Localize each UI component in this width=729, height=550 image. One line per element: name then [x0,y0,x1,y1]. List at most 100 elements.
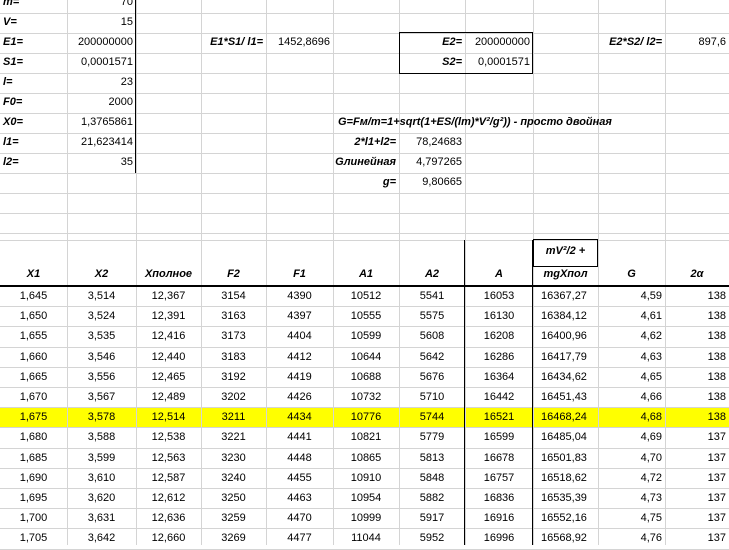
table-cell[interactable]: 5952 [399,529,465,548]
table-cell[interactable]: 5541 [399,287,465,306]
table-cell[interactable]: 12,636 [136,509,201,528]
table-cell[interactable]: 3221 [201,428,266,447]
table-cell[interactable]: 12,489 [136,388,201,407]
table-cell[interactable]: 4419 [266,368,333,387]
table-cell[interactable]: 4,65 [598,368,665,387]
table-cell[interactable]: 137 [665,509,729,528]
param-label[interactable]: l1= [0,133,67,152]
e1s1-label[interactable]: E1*S1/ l1= [136,33,266,52]
table-cell[interactable]: 1,685 [0,449,67,468]
calc-value[interactable]: 4,797265 [399,153,465,172]
param-value[interactable]: 15 [67,13,136,32]
table-cell[interactable]: 4,62 [598,327,665,346]
table-cell[interactable]: 1,645 [0,287,67,306]
table-cell[interactable]: 137 [665,469,729,488]
table-cell[interactable]: 5608 [399,327,465,346]
table-cell[interactable]: 16916 [465,509,533,528]
table-cell[interactable]: 16384,12 [533,307,598,326]
table-cell[interactable]: 16501,83 [533,449,598,468]
table-cell[interactable]: 4,70 [598,449,665,468]
table-cell[interactable]: 3,514 [67,287,136,306]
table-cell[interactable]: 16442 [465,388,533,407]
table-cell[interactable]: 5676 [399,368,465,387]
calc-label[interactable]: g= [333,173,399,192]
table-cell[interactable]: 4463 [266,489,333,508]
table-cell[interactable]: 10644 [333,348,399,367]
table-cell[interactable]: 16599 [465,428,533,447]
table-cell[interactable]: 12,563 [136,449,201,468]
table-cell[interactable]: 1,680 [0,428,67,447]
table-cell[interactable]: 5848 [399,469,465,488]
table-cell[interactable]: 1,695 [0,489,67,508]
table-cell[interactable]: 3,556 [67,368,136,387]
table-cell[interactable]: 16485,04 [533,428,598,447]
e2-label[interactable]: E2= [333,33,465,52]
table-cell[interactable]: 16451,43 [533,388,598,407]
param-value[interactable]: 200000000 [67,33,136,52]
table-cell[interactable]: 5813 [399,449,465,468]
table-cell[interactable]: 16468,24 [533,408,598,427]
table-cell[interactable]: 3173 [201,327,266,346]
table-cell[interactable]: 4390 [266,287,333,306]
table-cell[interactable]: 12,587 [136,469,201,488]
table-cell[interactable]: 10999 [333,509,399,528]
param-value[interactable]: 1,3765861 [67,113,136,132]
table-cell[interactable]: 3,610 [67,469,136,488]
param-label[interactable]: V= [0,13,67,32]
table-cell[interactable]: 10512 [333,287,399,306]
formula-text[interactable]: G=Fм/m=1+sqrt(1+ES/(lm)*V²/g²)) - просто… [333,113,729,132]
table-cell[interactable]: 10910 [333,469,399,488]
table-cell[interactable]: 3202 [201,388,266,407]
table-cell[interactable]: 3259 [201,509,266,528]
table-cell[interactable]: 10688 [333,368,399,387]
param-value[interactable]: 23 [67,73,136,92]
calc-value[interactable]: 78,24683 [399,133,465,152]
table-cell[interactable]: 5882 [399,489,465,508]
table-cell[interactable]: 138 [665,388,729,407]
table-cell[interactable]: 3,524 [67,307,136,326]
table-cell[interactable]: 3240 [201,469,266,488]
table-cell[interactable]: 16568,92 [533,529,598,548]
table-cell[interactable]: 4426 [266,388,333,407]
table-cell[interactable]: 1,700 [0,509,67,528]
table-cell[interactable]: 10732 [333,388,399,407]
table-cell[interactable]: 3,588 [67,428,136,447]
table-cell[interactable]: 16364 [465,368,533,387]
table-cell[interactable]: 3163 [201,307,266,326]
table-cell[interactable]: 16130 [465,307,533,326]
param-value[interactable]: 2000 [67,93,136,112]
param-value[interactable]: 0,0001571 [67,53,136,72]
calc-label[interactable]: 2*l1+l2= [333,133,399,152]
table-cell[interactable]: 4434 [266,408,333,427]
table-cell[interactable]: 10865 [333,449,399,468]
table-cell[interactable]: 4,68 [598,408,665,427]
table-cell[interactable]: 1,665 [0,368,67,387]
table-cell[interactable]: 3,578 [67,408,136,427]
table-cell[interactable]: 137 [665,449,729,468]
table-cell[interactable]: 4477 [266,529,333,548]
table-cell[interactable]: 4470 [266,509,333,528]
table-cell[interactable]: 4412 [266,348,333,367]
table-cell[interactable]: 12,612 [136,489,201,508]
param-label[interactable]: l= [0,73,67,92]
table-cell[interactable]: 5710 [399,388,465,407]
table-cell[interactable]: 138 [665,327,729,346]
table-cell[interactable]: 137 [665,428,729,447]
table-cell[interactable]: 4,59 [598,287,665,306]
table-cell[interactable]: 4,69 [598,428,665,447]
table-cell[interactable]: 16757 [465,469,533,488]
table-cell[interactable]: 3,599 [67,449,136,468]
table-cell[interactable]: 4,63 [598,348,665,367]
param-label[interactable]: m= [0,0,67,12]
table-cell[interactable]: 3269 [201,529,266,548]
table-cell[interactable]: 138 [665,287,729,306]
param-label[interactable]: l2= [0,153,67,172]
table-cell[interactable]: 16367,27 [533,287,598,306]
table-cell[interactable]: 16286 [465,348,533,367]
table-cell[interactable]: 16400,96 [533,327,598,346]
e2s2-value[interactable]: 897,6 [665,33,729,52]
s2-value[interactable]: 0,0001571 [465,53,533,72]
table-cell[interactable]: 4,72 [598,469,665,488]
table-cell[interactable]: 138 [665,408,729,427]
table-cell[interactable]: 4,66 [598,388,665,407]
